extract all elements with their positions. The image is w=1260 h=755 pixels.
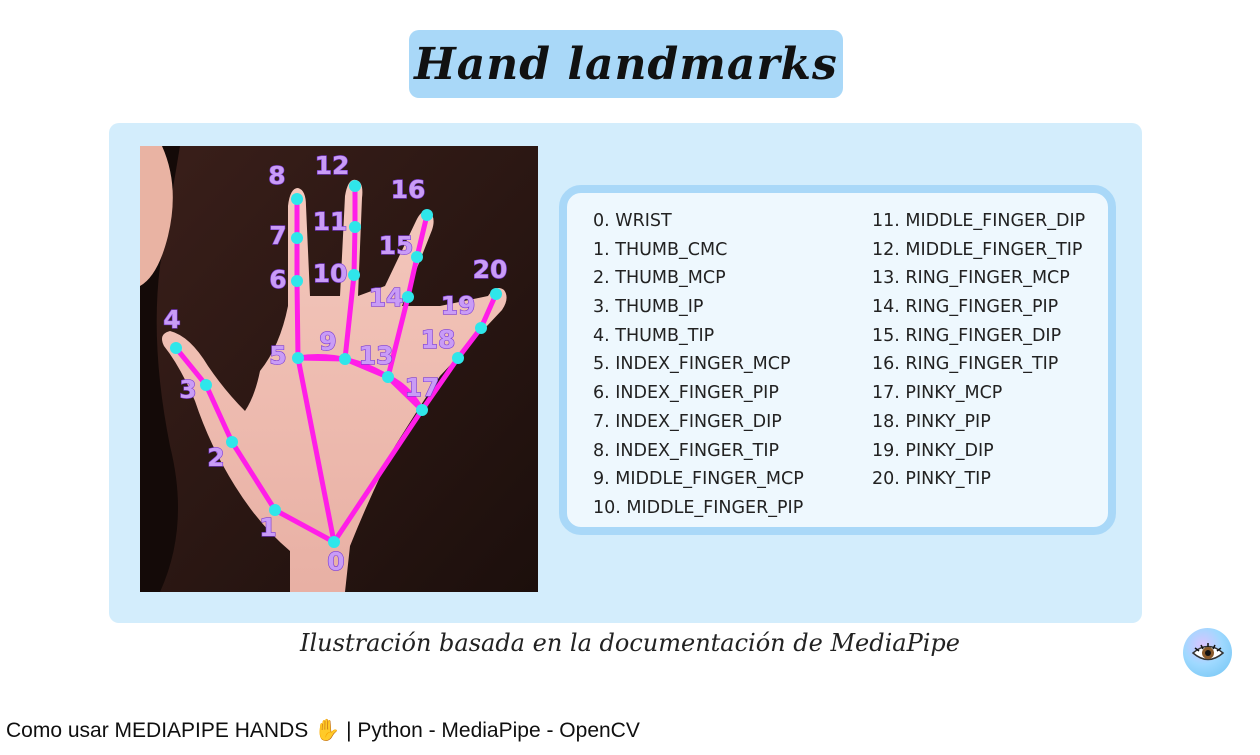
landmark-number: 7 (269, 221, 286, 250)
landmark-item: 11. MIDDLE_FINGER_DIP (872, 211, 1086, 231)
landmark-item: 1. THUMB_CMC (593, 239, 728, 260)
landmark-number: 6 (269, 265, 286, 294)
landmark-number: 11 (313, 207, 348, 236)
landmark-item: 0. WRIST (593, 211, 672, 231)
landmark-point (402, 291, 414, 303)
landmark-point (416, 404, 428, 416)
landmark-number: 14 (369, 283, 404, 312)
landmark-number: 9 (319, 327, 336, 356)
video-title[interactable]: Como usar MEDIAPIPE HANDS ✋ | Python - M… (6, 718, 640, 743)
hand-illustration: 01234567891011121314151617181920 (140, 146, 538, 592)
landmark-number: 16 (391, 175, 426, 204)
landmark-point (490, 288, 502, 300)
landmark-number: 18 (421, 325, 456, 354)
landmark-connection (294, 278, 301, 361)
landmark-number: 10 (313, 259, 348, 288)
landmark-item: 4. THUMB_TIP (593, 325, 715, 346)
landmark-item: 3. THUMB_IP (593, 297, 704, 318)
landmark-number: 3 (179, 375, 196, 404)
landmark-number: 1 (259, 513, 276, 542)
landmark-number: 8 (268, 161, 285, 190)
landmark-list-right: 11. MIDDLE_FINGER_DIP 12. MIDDLE_FINGER_… (872, 207, 1085, 494)
landmark-number: 5 (269, 341, 286, 370)
landmark-connection (351, 224, 358, 278)
landmark-item: 19. PINKY_DIP (872, 440, 994, 461)
landmark-item: 14. RING_FINGER_PIP (872, 297, 1059, 318)
landmark-number: 20 (473, 255, 508, 284)
landmark-point (475, 322, 487, 334)
landmark-point (349, 180, 361, 192)
landmark-number: 17 (405, 373, 440, 402)
landmark-item: 6. INDEX_FINGER_PIP (593, 383, 779, 404)
landmark-item: 17. PINKY_MCP (872, 383, 1003, 404)
landmark-number: 2 (207, 443, 224, 472)
landmark-item: 13. RING_FINGER_MCP (872, 268, 1070, 289)
landmark-point (421, 209, 433, 221)
landmark-number: 4 (163, 305, 180, 334)
landmark-item: 12. MIDDLE_FINGER_TIP (872, 239, 1083, 260)
landmark-point (291, 193, 303, 205)
channel-watermark-avatar[interactable] (1183, 628, 1232, 677)
raised-hand-icon: ✋ (314, 718, 341, 742)
landmark-item: 18. PINKY_PIP (872, 411, 991, 432)
video-title-part: | Python - MediaPipe - OpenCV (340, 719, 640, 742)
landmark-number: 15 (379, 231, 414, 260)
landmark-point (349, 221, 361, 233)
landmark-point (226, 436, 238, 448)
landmark-point (348, 269, 360, 281)
slide-caption: Ilustración basada en la documentación d… (300, 629, 960, 657)
landmark-item: 20. PINKY_TIP (872, 469, 991, 490)
slide-title-banner: Hand landmarks (409, 30, 843, 98)
landmark-list: 0. WRIST 1. THUMB_CMC 2. THUMB_MCP 3. TH… (559, 185, 1116, 535)
hand-landmarks-image: 0 1 2 3 4 5 6 7 8 9 10 11 12 13 14 15 16 17 18 19 20 (140, 146, 538, 592)
video-title-part: Como usar MEDIAPIPE HANDS (6, 719, 315, 742)
landmark-item: 2. THUMB_MCP (593, 268, 726, 289)
landmark-item: 10. MIDDLE_FINGER_PIP (593, 497, 804, 518)
landmark-item: 15. RING_FINGER_DIP (872, 325, 1062, 346)
eye-icon (1191, 642, 1224, 660)
landmark-point (200, 379, 212, 391)
landmark-item: 9. MIDDLE_FINGER_MCP (593, 469, 804, 490)
landmark-item: 5. INDEX_FINGER_MCP (593, 354, 791, 375)
landmark-point (292, 352, 304, 364)
landmark-number: 19 (441, 291, 476, 320)
landmark-point (382, 371, 394, 383)
landmark-point (339, 353, 351, 365)
landmark-number: 0 (327, 547, 344, 576)
slide-title: Hand landmarks (414, 38, 838, 90)
landmark-number: 12 (315, 151, 350, 180)
landmark-number: 13 (359, 341, 394, 370)
landmark-item: 16. RING_FINGER_TIP (872, 354, 1059, 375)
landmark-point (291, 232, 303, 244)
landmark-item: 8. INDEX_FINGER_TIP (593, 440, 780, 461)
landmark-list-left: 0. WRIST 1. THUMB_CMC 2. THUMB_MCP 3. TH… (593, 207, 804, 523)
landmark-item: 7. INDEX_FINGER_DIP (593, 411, 782, 432)
landmark-point (170, 342, 182, 354)
landmark-point (291, 275, 303, 287)
